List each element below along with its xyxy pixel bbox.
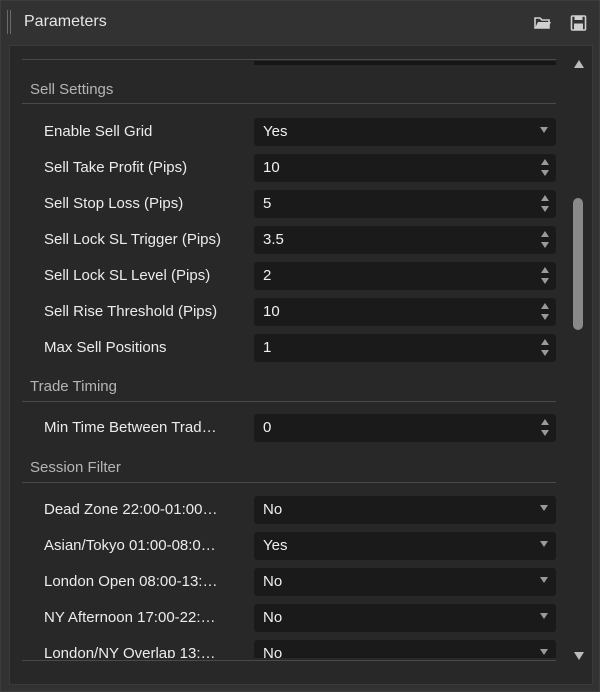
section-divider	[22, 59, 556, 60]
param-label: Enable Sell Grid	[44, 123, 153, 140]
ny-afternoon-dropdown[interactable]: No	[254, 604, 556, 632]
param-label: Asian/Tokyo 01:00-08:0…	[44, 537, 216, 554]
scrollbar-thumb[interactable]	[573, 198, 583, 330]
scroll-up-arrow-icon[interactable]	[574, 60, 584, 68]
param-label: Min Time Between Trad…	[44, 419, 217, 436]
spinner-arrows-icon[interactable]	[541, 303, 550, 321]
london-open-dropdown[interactable]: No	[254, 568, 556, 596]
spinner-arrows-icon[interactable]	[541, 195, 550, 213]
chevron-down-icon	[540, 649, 548, 655]
field-value: 1	[263, 339, 272, 356]
folder-open-icon[interactable]	[534, 15, 552, 31]
drag-grip-icon[interactable]	[7, 10, 11, 34]
section-title-sell-settings: Sell Settings	[30, 81, 114, 98]
chevron-down-icon	[540, 127, 548, 133]
field-value: 10	[263, 303, 280, 320]
section-title-session-filter: Session Filter	[30, 459, 121, 476]
param-label: London Open 08:00-13:…	[44, 573, 218, 590]
field-value: 5	[263, 195, 272, 212]
spinner-arrows-icon[interactable]	[541, 419, 550, 437]
sell-take-profit-input[interactable]: 10	[254, 154, 556, 182]
param-label: Sell Lock SL Trigger (Pips)	[44, 231, 222, 248]
panel-title: Parameters	[24, 13, 107, 30]
field-value: Yes	[263, 537, 288, 554]
spinner-arrows-icon[interactable]	[541, 339, 550, 357]
spinner-arrows-icon[interactable]	[541, 231, 550, 249]
section-divider	[22, 482, 556, 483]
field-value: Yes	[263, 123, 288, 140]
enable-sell-grid-dropdown[interactable]: Yes	[254, 118, 556, 146]
field-value: 2	[263, 267, 272, 284]
dead-zone-dropdown[interactable]: No	[254, 496, 556, 524]
chevron-down-icon	[540, 505, 548, 511]
field-value: 3.5	[263, 231, 284, 248]
param-label: Dead Zone 22:00-01:00…	[44, 501, 218, 518]
section-divider	[22, 103, 556, 104]
field-value: No	[263, 609, 283, 626]
previous-field-edge	[254, 61, 556, 65]
spinner-arrows-icon[interactable]	[541, 267, 550, 285]
param-label: NY Afternoon 17:00-22:…	[44, 609, 216, 626]
param-label: Sell Take Profit (Pips)	[44, 159, 188, 176]
vertical-scrollbar[interactable]	[566, 46, 592, 684]
floppy-disk-icon[interactable]	[570, 15, 588, 31]
panel-titlebar: Parameters	[1, 1, 599, 43]
chevron-down-icon	[540, 541, 548, 547]
param-label: Max Sell Positions	[44, 339, 167, 356]
section-divider	[22, 401, 556, 402]
sell-lock-sl-trigger-input[interactable]: 3.5	[254, 226, 556, 254]
chevron-down-icon	[540, 613, 548, 619]
min-time-between-trades-input[interactable]: 0	[254, 414, 556, 442]
field-value: No	[263, 573, 283, 590]
sell-stop-loss-input[interactable]: 5	[254, 190, 556, 218]
param-label: Sell Rise Threshold (Pips)	[44, 303, 218, 320]
chevron-down-icon	[540, 577, 548, 583]
field-value: 0	[263, 419, 272, 436]
parameters-panel: Parameters Sell Settings Enable Sell Gri…	[0, 0, 600, 692]
max-sell-positions-input[interactable]: 1	[254, 334, 556, 362]
parameters-content: Sell Settings Enable Sell Grid Yes Sell …	[10, 46, 565, 684]
list-bottom-edge	[10, 658, 565, 684]
param-label: Sell Stop Loss (Pips)	[44, 195, 184, 212]
field-value: 10	[263, 159, 280, 176]
section-title-trade-timing: Trade Timing	[30, 378, 117, 395]
scroll-down-arrow-icon[interactable]	[574, 652, 584, 660]
asian-tokyo-dropdown[interactable]: Yes	[254, 532, 556, 560]
param-label: Sell Lock SL Level (Pips)	[44, 267, 211, 284]
parameters-list[interactable]: Sell Settings Enable Sell Grid Yes Sell …	[9, 45, 593, 685]
field-value: No	[263, 501, 283, 518]
spinner-arrows-icon[interactable]	[541, 159, 550, 177]
sell-rise-threshold-input[interactable]: 10	[254, 298, 556, 326]
sell-lock-sl-level-input[interactable]: 2	[254, 262, 556, 290]
section-divider	[22, 660, 556, 661]
